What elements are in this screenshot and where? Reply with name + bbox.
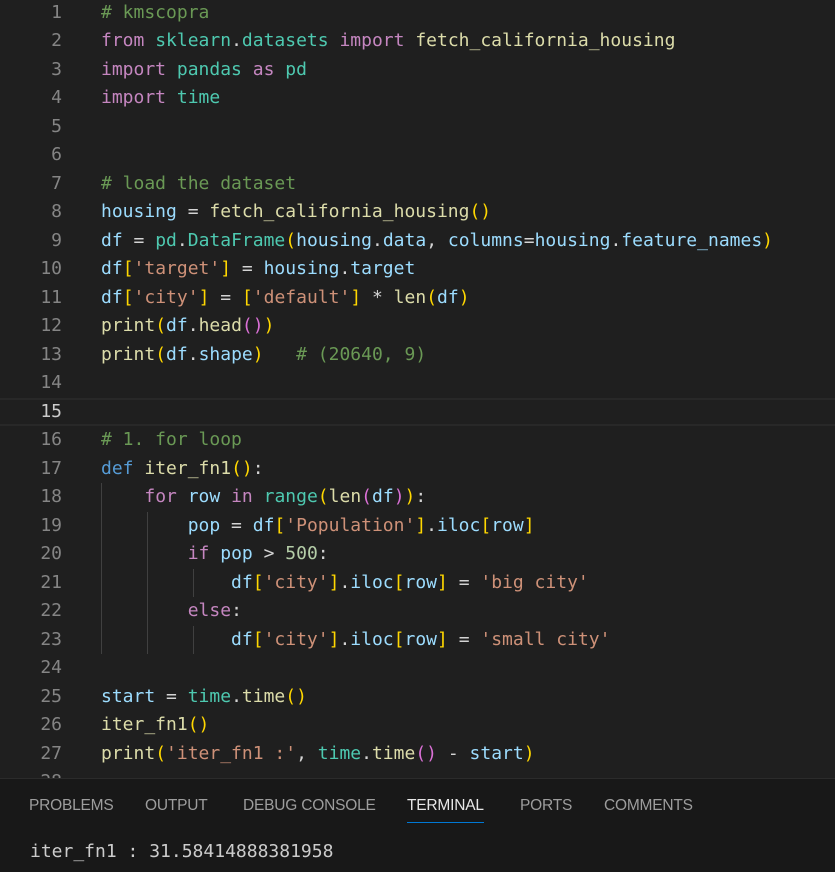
line-number: 11 (40, 286, 62, 308)
bottom-panel: PROBLEMS OUTPUT DEBUG CONSOLE TERMINAL P… (0, 778, 835, 872)
code-text: for row in range(len(df)): (144, 486, 427, 507)
code-line[interactable]: 6 (0, 141, 835, 170)
code-text: df['city'].iloc[row] = 'small city' (231, 628, 611, 650)
code-line[interactable]: 21 df['city'].iloc[row] = 'big city' (0, 569, 835, 598)
terminal-output: iter_fn1 : 31.58414888381958 (30, 841, 334, 862)
tab-ports[interactable]: PORTS (520, 797, 572, 815)
code-line[interactable]: 22 else: (0, 597, 835, 626)
code-text: df = pd.DataFrame(housing.data, columns=… (101, 229, 774, 251)
code-text: housing = fetch_california_housing() (101, 201, 492, 222)
code-line[interactable]: 23 df['city'].iloc[row] = 'small city' (0, 626, 835, 655)
line-number: 12 (40, 315, 62, 336)
code-line[interactable]: 16 # 1. for loop (0, 426, 835, 455)
code-text: # kmscopra (101, 1, 210, 23)
line-number: 6 (51, 144, 62, 165)
code-line[interactable]: 19 pop = df['Population'].iloc[row] (0, 512, 835, 541)
line-number: 20 (40, 543, 62, 564)
code-line[interactable]: 12 print(df.head()) (0, 312, 835, 341)
indent-guide (193, 625, 194, 654)
code-line[interactable]: 25 start = time.time() (0, 683, 835, 712)
indent-guide (193, 568, 194, 597)
tab-problems[interactable]: PROBLEMS (29, 797, 114, 815)
line-number: 17 (40, 457, 62, 479)
line-number: 28 (0, 768, 62, 778)
line-number: 2 (51, 30, 62, 51)
code-line[interactable]: 18 for row in range(len(df)): (0, 483, 835, 512)
code-text: df['target'] = housing.target (101, 258, 416, 279)
code-text: print('iter_fn1 :', time.time() - start) (101, 742, 535, 764)
tab-terminal[interactable]: TERMINAL (407, 797, 484, 823)
line-number: 27 (40, 742, 62, 764)
code-text: import pandas as pd (101, 58, 307, 80)
line-number: 14 (40, 372, 62, 393)
code-text: print(df.head()) (101, 315, 275, 336)
code-editor[interactable]: 1 # kmscopra 2 from sklearn.datasets import… (0, 0, 835, 778)
code-line[interactable]: 26 iter_fn1() (0, 711, 835, 740)
line-number: 13 (40, 343, 62, 365)
code-line[interactable]: 14 (0, 369, 835, 398)
code-line[interactable]: 1 # kmscopra (0, 0, 835, 27)
code-text: df['city'] = ['default'] * len(df) (101, 286, 470, 308)
code-line[interactable]: 4 import time (0, 84, 835, 113)
code-text: start = time.time() (101, 685, 307, 707)
line-number: 5 (51, 115, 62, 137)
line-number: 19 (40, 514, 62, 536)
line-number: 7 (51, 172, 62, 194)
code-line[interactable]: 10 df['target'] = housing.target (0, 255, 835, 284)
line-number: 15 (40, 400, 62, 422)
line-number: 21 (40, 571, 62, 593)
line-number: 23 (40, 628, 62, 650)
code-line[interactable]: 8 housing = fetch_california_housing() (0, 198, 835, 227)
code-text: else: (187, 600, 242, 621)
code-text: if pop > 500: (187, 543, 329, 564)
line-number: 8 (51, 201, 62, 222)
code-line[interactable]: 3 import pandas as pd (0, 56, 835, 85)
line-number: 25 (40, 685, 62, 707)
code-line[interactable]: 7 # load the dataset (0, 170, 835, 199)
code-text: df['city'].iloc[row] = 'big city' (231, 571, 589, 593)
code-line[interactable]: 5 (0, 113, 835, 142)
line-number: 1 (51, 1, 62, 23)
tab-debug-console[interactable]: DEBUG CONSOLE (243, 797, 376, 815)
line-number: 26 (40, 714, 62, 735)
line-number: 24 (40, 657, 62, 678)
code-text: # load the dataset (101, 172, 297, 194)
code-text: def iter_fn1(): (101, 457, 264, 479)
line-number: 10 (40, 258, 62, 279)
code-line[interactable]: 27 print('iter_fn1 :', time.time() - star… (0, 740, 835, 769)
code-text: print(df.shape) # (20640, 9) (101, 343, 427, 365)
code-line[interactable]: 24 (0, 654, 835, 683)
code-line[interactable]: 15 (0, 397, 835, 426)
code-line[interactable]: 17 def iter_fn1(): (0, 455, 835, 484)
line-number: 4 (51, 87, 62, 108)
indent-guide (147, 511, 148, 654)
code-text: pop = df['Population'].iloc[row] (187, 514, 535, 536)
line-number: 22 (40, 600, 62, 621)
indent-guide (101, 483, 102, 654)
tab-output[interactable]: OUTPUT (145, 797, 208, 815)
code-text: # 1. for loop (101, 429, 242, 450)
line-number: 18 (40, 486, 62, 507)
code-line[interactable]: 2 from sklearn.datasets import fetch_cali… (0, 27, 835, 56)
code-text: from sklearn.datasets import fetch_calif… (101, 30, 676, 51)
code-text: import time (101, 87, 221, 108)
line-number: 3 (51, 58, 62, 80)
code-line[interactable]: 28 (0, 768, 835, 778)
code-text: iter_fn1() (101, 714, 210, 735)
line-number: 9 (51, 229, 62, 251)
tab-comments[interactable]: COMMENTS (604, 797, 693, 815)
line-number: 16 (40, 429, 62, 450)
code-line[interactable]: 13 print(df.shape) # (20640, 9) (0, 341, 835, 370)
code-line[interactable]: 11 df['city'] = ['default'] * len(df) (0, 284, 835, 313)
code-line[interactable]: 20 if pop > 500: (0, 540, 835, 569)
code-line[interactable]: 9 df = pd.DataFrame(housing.data, columns… (0, 227, 835, 256)
